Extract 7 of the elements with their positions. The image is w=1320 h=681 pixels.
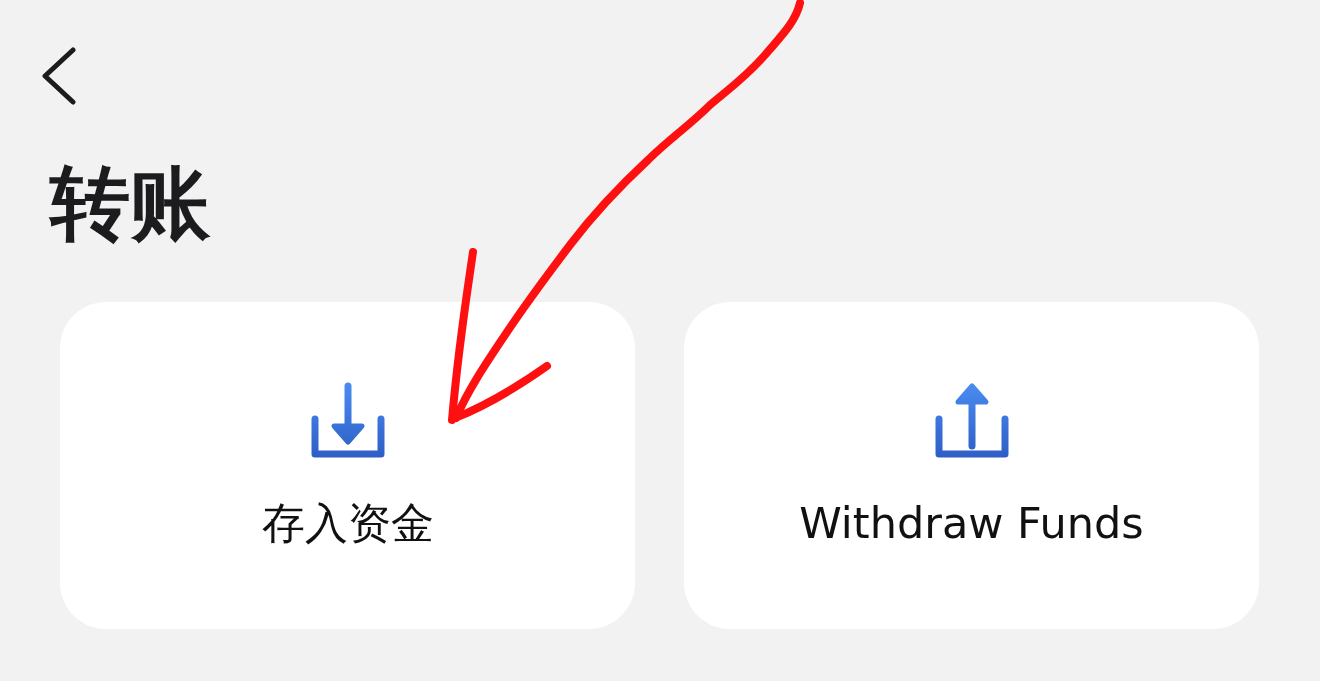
action-card[interactable]: Withdraw Funds — [684, 302, 1259, 629]
action-card[interactable]: 存入资金 — [60, 302, 635, 629]
page-title: 转账 — [50, 162, 210, 246]
back-button[interactable] — [39, 44, 77, 106]
chevron-left-icon — [41, 47, 77, 105]
upload-tray-icon — [934, 381, 1009, 458]
download-tray-icon — [310, 381, 385, 458]
